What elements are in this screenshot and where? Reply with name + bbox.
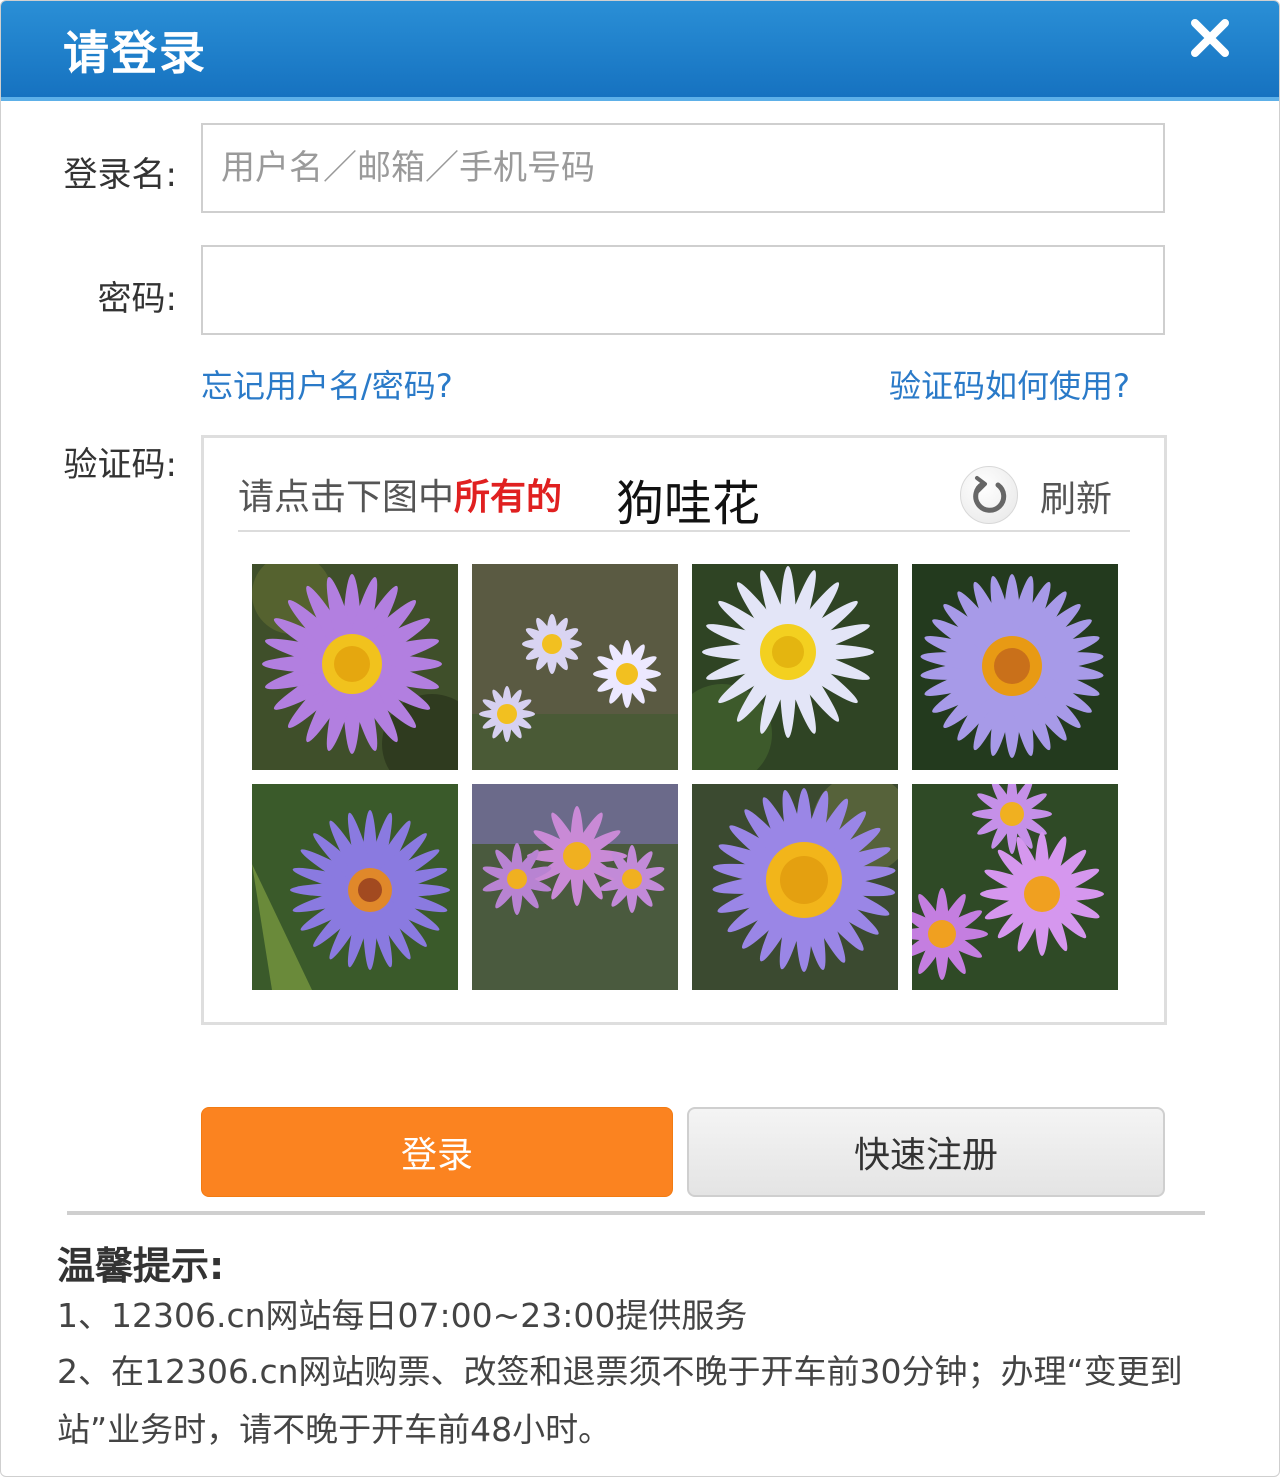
refresh-label: 刷新 [1040,479,1113,520]
purple-aster-photo[interactable] [252,564,458,770]
captcha-prompt-emphasis: 所有的 [454,477,563,518]
dialog-titlebar: 请登录 [1,1,1279,101]
pale-asters-cluster-photo[interactable] [472,564,678,770]
lavender-aster-photo[interactable] [692,784,898,990]
captcha-target-word: 狗哇花 [616,476,761,532]
dialog-title: 请登录 [63,26,207,80]
captcha-panel: 请点击下图中所有的 狗哇花 刷新 [201,435,1167,1025]
username-label: 登录名: [63,155,177,195]
refresh-icon[interactable] [960,466,1018,524]
forgot-password-link[interactable]: 忘记用户名/密码? [201,361,453,407]
close-icon[interactable] [1187,15,1233,61]
quick-register-button[interactable]: 快速注册 [687,1107,1165,1197]
login-button-label: 登录 [400,1135,473,1176]
pink-asters-group-photo[interactable] [912,784,1118,990]
tip-line-2: 2、在12306.cn网站购票、改签和退票须不晚于开车前30分钟；办理“变更到站… [57,1352,1183,1449]
white-aster-photo[interactable] [692,564,898,770]
violet-aster-photo[interactable] [252,784,458,990]
captcha-help-link[interactable]: 验证码如何使用? [889,361,1130,407]
login-button[interactable]: 登录 [201,1107,673,1197]
section-divider [67,1211,1205,1215]
captcha-prompt-prefix: 请点击下图中 [238,477,455,518]
tips-title: 温馨提示: [57,1244,225,1288]
password-label: 密码: [97,279,177,319]
username-input[interactable] [201,123,1165,213]
tip-line-1: 1、12306.cn网站每日07:00~23:00提供服务 [57,1296,748,1335]
captcha-prompt: 请点击下图中所有的 [238,468,562,520]
login-dialog: 请登录 登录名: 密码: 忘记用户名/密码? 验证码如何使用? 验证码: 请点击… [0,0,1280,1477]
pink-aster-field-photo[interactable] [472,784,678,990]
captcha-label: 验证码: [63,445,177,485]
register-button-label: 快速注册 [853,1135,998,1176]
password-input[interactable] [201,245,1165,335]
lilac-aster-photo[interactable] [912,564,1118,770]
captcha-image-grid [252,564,1122,994]
captcha-header: 请点击下图中所有的 狗哇花 刷新 [238,464,1130,532]
